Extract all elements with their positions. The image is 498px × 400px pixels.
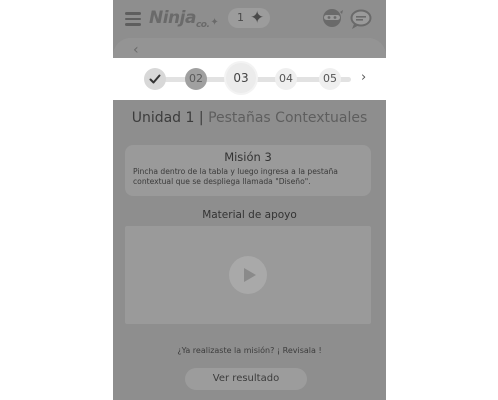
- unit-title: Unidad 1 | Pestañas Contextuales: [113, 110, 386, 126]
- video-player[interactable]: [125, 226, 371, 324]
- view-result-button[interactable]: Ver resultado: [185, 368, 307, 390]
- mission-stepper: 02 03 04 05 ›: [113, 58, 386, 100]
- unit-name: Unidad 1: [131, 110, 195, 126]
- play-icon: [244, 268, 256, 282]
- step-2[interactable]: 02: [185, 68, 207, 90]
- material-label: Material de apoyo: [202, 209, 297, 221]
- top-bar: Ninjaco.✦ 1 ✦: [113, 0, 386, 38]
- step-1-completed[interactable]: [144, 68, 166, 90]
- unit-separator: |: [198, 110, 204, 126]
- step-4[interactable]: 04: [275, 68, 297, 90]
- step-3-current[interactable]: 03: [226, 63, 256, 93]
- ninja-face-icon[interactable]: [321, 8, 343, 28]
- mission-box: Misión 3 Pincha dentro de la tabla y lue…: [125, 145, 371, 196]
- mission-question: ¿Ya realizaste la misión? ¡ Revisala !: [177, 346, 322, 355]
- logo-star-icon: ✦: [210, 17, 219, 28]
- unit-subtitle: Pestañas Contextuales: [208, 110, 368, 126]
- checkmark-icon: [149, 74, 161, 84]
- play-button[interactable]: [229, 256, 267, 294]
- step-5[interactable]: 05: [319, 68, 341, 90]
- mission-text: Pincha dentro de la tabla y luego ingres…: [133, 167, 338, 186]
- chevron-right-icon[interactable]: ›: [361, 70, 366, 85]
- logo-suffix: co.: [195, 20, 210, 30]
- stars-counter: 1 ✦: [228, 8, 270, 28]
- menu-icon[interactable]: [125, 12, 141, 26]
- logo-text: Ninja: [149, 8, 196, 28]
- sparkle-icon: ✦: [250, 8, 265, 28]
- mission-title: Misión 3: [224, 150, 272, 164]
- back-chevron-icon[interactable]: ‹: [133, 42, 139, 58]
- chat-bubble-icon[interactable]: [349, 8, 373, 30]
- stars-count: 1: [237, 11, 244, 24]
- logo: Ninjaco.✦: [149, 8, 219, 30]
